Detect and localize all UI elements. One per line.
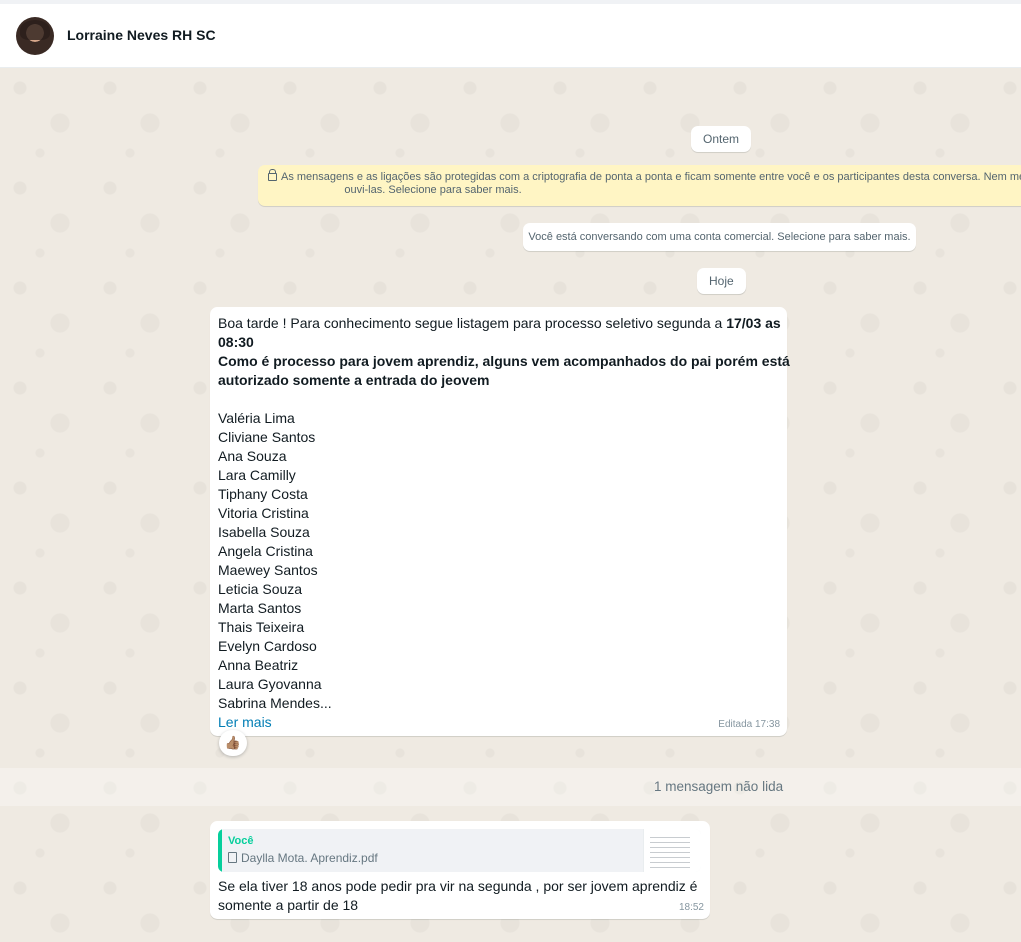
- document-icon: [228, 852, 237, 863]
- message-meta: Editada 17:38: [718, 719, 780, 730]
- lock-icon: [268, 169, 277, 181]
- quote-accent-bar: [218, 829, 222, 872]
- name-item: Evelyn Cardoso: [218, 638, 317, 654]
- name-item: Laura Gyovanna: [218, 676, 322, 692]
- name-item: Leticia Souza: [218, 581, 303, 597]
- read-more-link[interactable]: Ler mais: [218, 713, 778, 732]
- name-item: Isabella Souza: [218, 524, 310, 540]
- name-item: Ana Souza: [218, 448, 287, 464]
- date-divider-today: Hoje: [697, 268, 746, 294]
- contact-name[interactable]: Lorraine Neves RH SC: [67, 27, 216, 43]
- name-item: Lara Camilly: [218, 467, 296, 483]
- name-item: Anna Beatriz: [218, 657, 299, 673]
- date-divider-yesterday: Ontem: [691, 126, 752, 152]
- name-item: Valéria Lima: [218, 410, 295, 426]
- incoming-message[interactable]: Boa tarde ! Para conhecimento segue list…: [210, 307, 790, 736]
- message-time-line: 08:30: [218, 334, 254, 350]
- encryption-notice-line2: ouvi-las. Selecione para saber mais.: [344, 184, 522, 196]
- quoted-message[interactable]: Você Daylla Mota. Aprendiz.pdf: [218, 829, 701, 872]
- quote-file: Daylla Mota. Aprendiz.pdf: [228, 851, 378, 865]
- business-account-notice[interactable]: Você está conversando com uma conta come…: [523, 223, 916, 251]
- name-item: Vitoria Cristina: [218, 505, 309, 521]
- thumbs-up-reaction[interactable]: 👍🏽: [219, 730, 247, 756]
- name-item: Sabrina Mendes...: [218, 695, 332, 711]
- name-item: Tiphany Costa: [218, 486, 308, 502]
- unread-divider-label: 1 mensagem não lida: [654, 779, 784, 794]
- chat-header[interactable]: Lorraine Neves RH SC: [0, 4, 1021, 68]
- name-item: Marta Santos: [218, 600, 302, 616]
- document-thumbnail: [643, 829, 701, 872]
- avatar[interactable]: [16, 17, 54, 55]
- name-item: Thais Teixeira: [218, 619, 305, 635]
- message-bold-line-2: autorizado somente a entrada do jeovem: [218, 372, 490, 388]
- encryption-notice-line1: As mensagens e as ligações são protegida…: [268, 169, 1021, 184]
- reply-text: Se ela tiver 18 anos pode pedir pra vir …: [218, 878, 698, 913]
- name-item: Maewey Santos: [218, 562, 318, 578]
- message-bold-line-1: Como é processo para jovem aprendiz, alg…: [218, 353, 790, 369]
- message-intro-line: Boa tarde ! Para conhecimento segue list…: [218, 315, 781, 331]
- encryption-notice[interactable]: As mensagens e as ligações são protegida…: [258, 165, 1021, 206]
- message-body: Boa tarde ! Para conhecimento segue list…: [218, 314, 790, 732]
- unread-divider: [0, 768, 1021, 806]
- reply-message[interactable]: Você Daylla Mota. Aprendiz.pdf Se ela ti…: [210, 821, 710, 919]
- reply-time: 18:52: [678, 902, 704, 913]
- name-item: Cliviane Santos: [218, 429, 316, 445]
- quote-author: Você: [228, 835, 254, 847]
- name-item: Angela Cristina: [218, 543, 313, 559]
- chat-panel[interactable]: Ontem As mensagens e as ligações são pro…: [0, 68, 1021, 942]
